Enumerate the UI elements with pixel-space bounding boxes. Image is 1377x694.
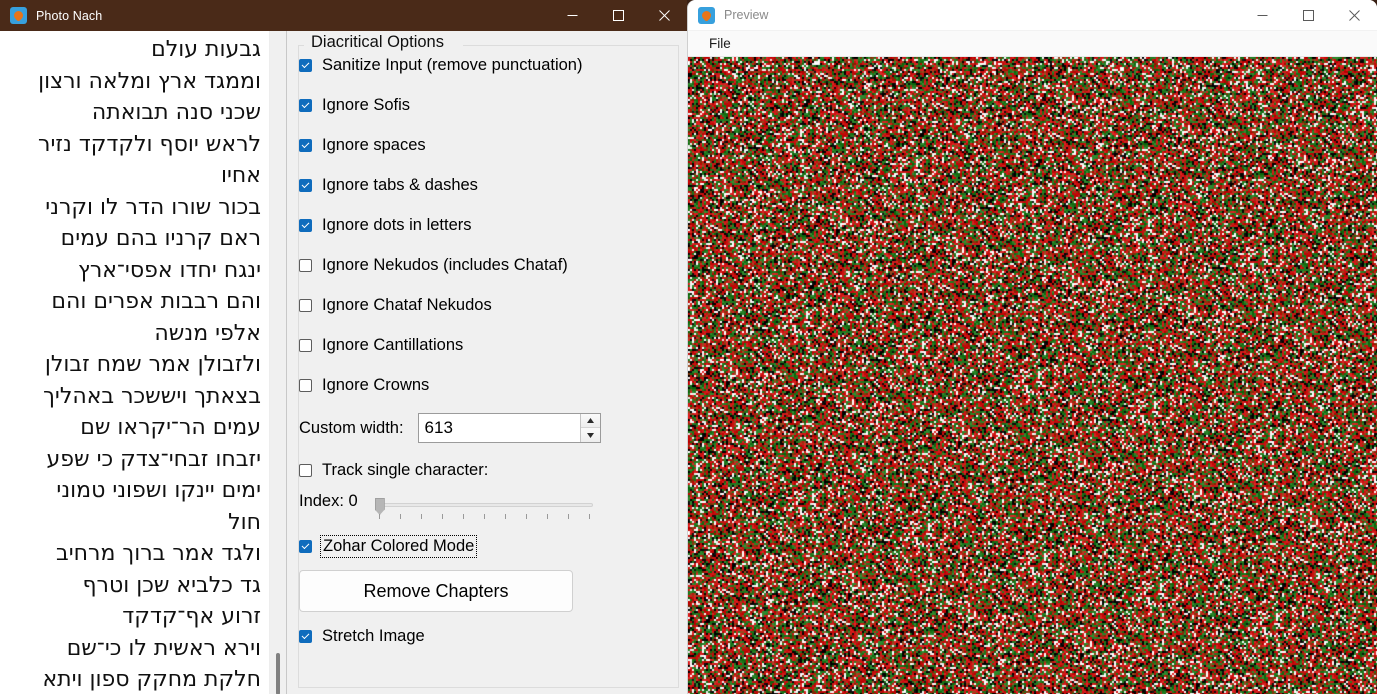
index-slider-tick <box>378 514 380 519</box>
hebrew-text-area[interactable]: גבעות עולם וממגד ארץ ומלאה ורצון שכני סנ… <box>0 31 269 694</box>
text-pane-scrollbar[interactable] <box>269 31 286 694</box>
checkbox-row-ignore-tabs-dashes[interactable]: Ignore tabs & dashes <box>293 165 681 205</box>
spin-down-icon[interactable] <box>580 428 600 442</box>
index-slider-tick <box>588 514 590 519</box>
screen: Photo Nach גבעות עולם וממגד ארץ ומלאה ור… <box>0 0 1377 694</box>
checkbox-label-ignore-dots-in-letters: Ignore dots in letters <box>322 215 472 234</box>
preview-app-icon <box>698 6 715 24</box>
photo-nach-app-icon <box>10 7 27 24</box>
checkbox-row-track-single-character[interactable]: Track single character: <box>293 451 681 489</box>
text-pane-scrollbar-thumb[interactable] <box>276 653 280 694</box>
checkbox-stretch-image[interactable] <box>299 629 312 643</box>
custom-width-input[interactable]: 613 <box>419 414 580 442</box>
custom-width-row: Custom width: 613 <box>293 405 681 451</box>
checkbox-label-ignore-sofis: Ignore Sofis <box>322 95 411 114</box>
checkbox-ignore-dots-in-letters[interactable] <box>299 218 312 232</box>
custom-width-label: Custom width: <box>299 418 404 437</box>
checkbox-label-zohar-colored-mode: Zohar Colored Mode <box>319 534 478 558</box>
remove-chapters-button[interactable]: Remove Chapters <box>299 570 573 612</box>
checkbox-ignore-cantillations[interactable] <box>299 338 312 352</box>
index-slider-tick <box>483 514 485 519</box>
index-slider-tick <box>399 514 401 519</box>
preview-window-title: Preview <box>724 8 769 22</box>
checkbox-label-ignore-spaces: Ignore spaces <box>322 135 426 154</box>
preview-window-controls <box>1239 0 1377 31</box>
checkbox-ignore-sofis[interactable] <box>299 98 312 112</box>
preview-titlebar: Preview <box>688 0 1377 31</box>
checkbox-ignore-spaces[interactable] <box>299 138 312 152</box>
index-slider-tick <box>420 514 422 519</box>
custom-width-stepper[interactable]: 613 <box>417 413 601 443</box>
checkbox-row-ignore-spaces[interactable]: Ignore spaces <box>293 125 681 165</box>
preview-close-icon[interactable] <box>1331 0 1377 31</box>
checkbox-label-ignore-chataf-nekudos: Ignore Chataf Nekudos <box>322 295 492 314</box>
app-icon-glyph <box>12 9 25 22</box>
maximize-icon[interactable] <box>595 0 641 31</box>
checkbox-ignore-nekudos[interactable] <box>299 258 312 272</box>
checkbox-row-zohar-colored-mode[interactable]: Zohar Colored Mode <box>293 527 681 565</box>
hebrew-text-pane: גבעות עולם וממגד ארץ ומלאה ורצון שכני סנ… <box>0 31 287 694</box>
checkbox-label-ignore-nekudos: Ignore Nekudos (includes Chataf) <box>322 255 568 274</box>
index-slider-tick <box>441 514 443 519</box>
main-titlebar: Photo Nach <box>0 0 687 31</box>
index-slider-thumb[interactable] <box>374 498 385 515</box>
close-icon[interactable] <box>641 0 687 31</box>
zohar-colored-noise-image[interactable] <box>688 57 1377 694</box>
checkbox-row-ignore-chataf-nekudos[interactable]: Ignore Chataf Nekudos <box>293 285 681 325</box>
checkbox-row-ignore-crowns[interactable]: Ignore Crowns <box>293 365 681 405</box>
checkbox-zohar-colored-mode[interactable] <box>299 539 312 553</box>
index-slider[interactable] <box>374 498 593 520</box>
checkbox-ignore-crowns[interactable] <box>299 378 312 392</box>
checkbox-row-sanitize-input[interactable]: Sanitize Input (remove punctuation) <box>293 45 681 85</box>
checkbox-row-ignore-sofis[interactable]: Ignore Sofis <box>293 85 681 125</box>
checkbox-row-ignore-dots-in-letters[interactable]: Ignore dots in letters <box>293 205 681 245</box>
checkbox-row-ignore-cantillations[interactable]: Ignore Cantillations <box>293 325 681 365</box>
checkbox-label-ignore-tabs-dashes: Ignore tabs & dashes <box>322 175 478 194</box>
preview-maximize-icon[interactable] <box>1285 0 1331 31</box>
photo-nach-window: Photo Nach גבעות עולם וממגד ארץ ומלאה ור… <box>0 0 687 694</box>
checkbox-label-sanitize-input: Sanitize Input (remove punctuation) <box>322 55 583 74</box>
checkbox-track-single-character[interactable] <box>299 463 312 477</box>
main-window-body: גבעות עולם וממגד ארץ ומלאה ורצון שכני סנ… <box>0 31 687 694</box>
remove-chapters-row: Remove Chapters <box>293 565 681 617</box>
options-pane: Diacritical Options Sanitize Input (remo… <box>287 31 687 694</box>
index-slider-tick <box>567 514 569 519</box>
index-label: Index: 0 <box>299 492 358 510</box>
index-slider-tick <box>504 514 506 519</box>
preview-app-icon-glyph <box>700 8 713 22</box>
checkbox-ignore-chataf-nekudos[interactable] <box>299 298 312 312</box>
preview-window: Preview File <box>688 0 1377 694</box>
checkbox-row-ignore-nekudos[interactable]: Ignore Nekudos (includes Chataf) <box>293 245 681 285</box>
preview-minimize-icon[interactable] <box>1239 0 1285 31</box>
index-slider-row: Index: 0 <box>293 489 681 527</box>
preview-menubar: File <box>688 31 1377 57</box>
checkbox-label-track-single-character: Track single character: <box>322 460 489 479</box>
index-slider-tick <box>462 514 464 519</box>
checkbox-row-stretch-image[interactable]: Stretch Image <box>293 617 681 655</box>
checkbox-label-ignore-crowns: Ignore Crowns <box>322 375 430 394</box>
checkbox-label-ignore-cantillations: Ignore Cantillations <box>322 335 464 354</box>
checkbox-label-stretch-image: Stretch Image <box>322 626 425 645</box>
index-slider-tick <box>525 514 527 519</box>
main-window-title: Photo Nach <box>36 8 103 23</box>
spin-up-icon[interactable] <box>580 414 600 428</box>
menu-item-file[interactable]: File <box>699 34 741 53</box>
checkbox-sanitize-input[interactable] <box>299 58 312 72</box>
custom-width-spin-buttons <box>579 414 600 442</box>
checkbox-ignore-tabs-dashes[interactable] <box>299 178 312 192</box>
index-slider-tick <box>546 514 548 519</box>
main-window-controls <box>549 0 687 31</box>
options-list: Sanitize Input (remove punctuation) Igno… <box>293 45 681 655</box>
index-slider-track[interactable] <box>378 503 593 507</box>
minimize-icon[interactable] <box>549 0 595 31</box>
